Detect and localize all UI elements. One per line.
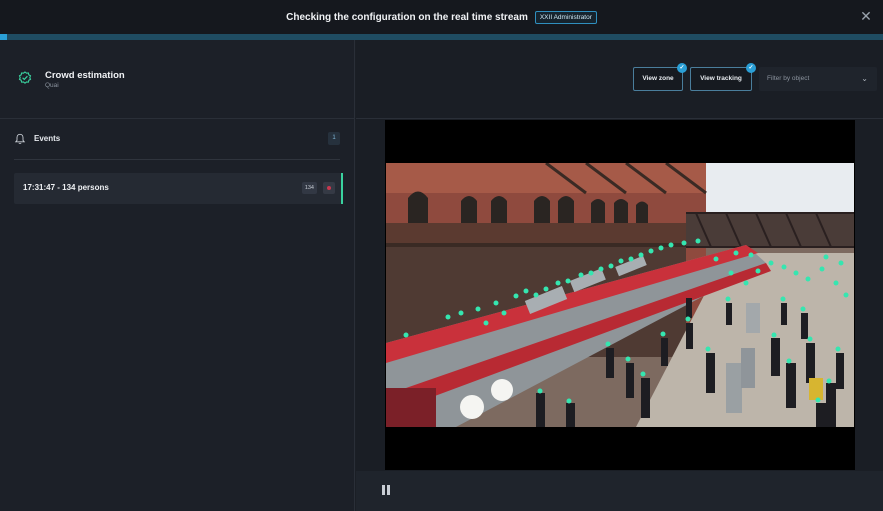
header-bar: Checking the configuration on the real t… bbox=[0, 0, 883, 34]
event-count-badge: 134 bbox=[301, 182, 317, 194]
player-controls bbox=[356, 471, 883, 511]
events-label: Events bbox=[34, 134, 61, 143]
status-dot-icon bbox=[327, 186, 331, 190]
page-title: Checking the configuration on the real t… bbox=[286, 11, 528, 23]
chevron-down-icon: ⌄ bbox=[861, 74, 868, 83]
role-badge: XXII Administrator bbox=[534, 10, 597, 24]
event-item[interactable]: 17:31:47 - 134 persons 134 bbox=[14, 173, 343, 204]
check-icon: ✓ bbox=[746, 63, 756, 73]
events-header: Events 1 bbox=[14, 119, 340, 160]
event-selected-indicator bbox=[341, 173, 343, 204]
close-icon[interactable]: ✕ bbox=[859, 9, 873, 23]
zone-subtitle: Quai bbox=[45, 82, 59, 89]
crowd-check-icon bbox=[18, 71, 32, 84]
camera-stream-frame[interactable] bbox=[386, 163, 854, 427]
events-count-badge: 1 bbox=[328, 132, 340, 145]
view-zone-label: View zone bbox=[642, 75, 674, 82]
zone-header: Crowd estimation Quai bbox=[0, 40, 354, 119]
view-tracking-label: View tracking bbox=[700, 75, 742, 82]
view-zone-button[interactable]: View zone ✓ bbox=[633, 63, 687, 91]
app-window: Checking the configuration on the real t… bbox=[0, 0, 883, 511]
pause-icon[interactable] bbox=[380, 485, 392, 497]
event-status-button[interactable] bbox=[323, 182, 335, 194]
right-panel: View zone ✓ View tracking ✓ Filter by ob… bbox=[356, 40, 883, 511]
filter-placeholder: Filter by object bbox=[767, 75, 810, 82]
filter-by-object-select[interactable]: Filter by object ⌄ bbox=[759, 67, 877, 91]
view-toolbar: View zone ✓ View tracking ✓ Filter by ob… bbox=[356, 40, 883, 119]
event-item-text: 17:31:47 - 134 persons bbox=[23, 183, 109, 192]
video-player[interactable] bbox=[385, 120, 855, 470]
check-icon: ✓ bbox=[677, 63, 687, 73]
view-tracking-button[interactable]: View tracking ✓ bbox=[690, 63, 756, 91]
zone-title: Crowd estimation bbox=[45, 70, 125, 81]
station-platform-image bbox=[386, 163, 854, 427]
bell-icon bbox=[14, 133, 26, 144]
left-panel: Crowd estimation Quai Events 1 17:31:47 … bbox=[0, 40, 355, 511]
